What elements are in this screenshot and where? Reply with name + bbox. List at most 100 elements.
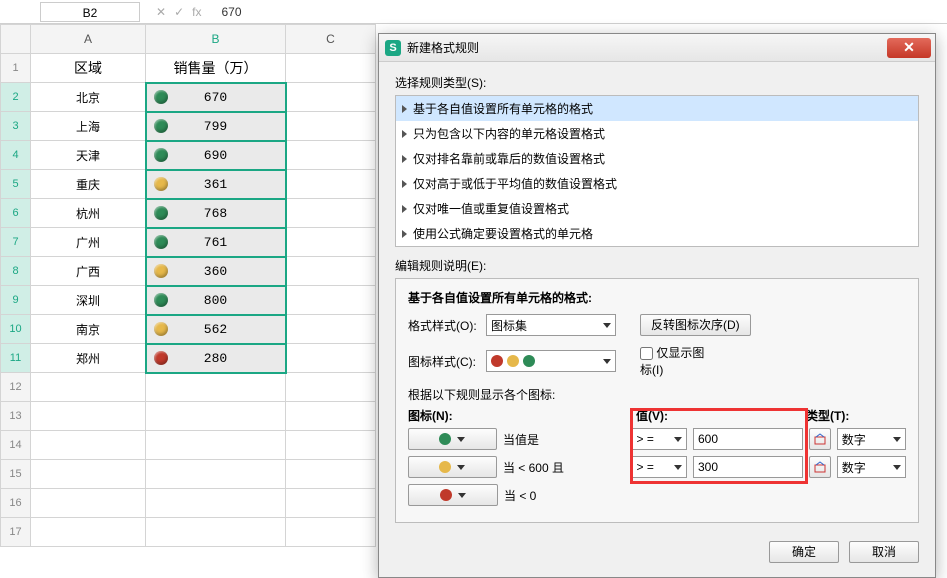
cancel-edit-icon: ✕ — [156, 5, 166, 19]
cell[interactable]: 重庆 — [31, 170, 146, 199]
cell[interactable]: 天津 — [31, 141, 146, 170]
cell[interactable] — [146, 460, 286, 489]
col-header-C[interactable]: C — [286, 25, 376, 54]
cell[interactable] — [286, 199, 376, 228]
icon-picker[interactable] — [408, 456, 497, 478]
cell[interactable] — [146, 489, 286, 518]
row-header[interactable]: 6 — [1, 199, 31, 228]
cell[interactable] — [286, 286, 376, 315]
cell[interactable] — [31, 460, 146, 489]
cell[interactable]: 800 — [146, 286, 286, 315]
cell[interactable] — [286, 228, 376, 257]
only-icon-checkbox[interactable]: 仅显示图标(I) — [640, 344, 712, 378]
cell[interactable] — [31, 402, 146, 431]
row-header[interactable]: 4 — [1, 141, 31, 170]
cell[interactable]: 361 — [146, 170, 286, 199]
cell[interactable]: 杭州 — [31, 199, 146, 228]
cell[interactable] — [31, 489, 146, 518]
cell[interactable]: 768 — [146, 199, 286, 228]
rule-type-item[interactable]: 基于各自值设置所有单元格的格式 — [396, 96, 918, 121]
cell[interactable]: 670 — [146, 83, 286, 112]
row-header[interactable]: 8 — [1, 257, 31, 286]
cell[interactable]: 区域 — [31, 54, 146, 83]
close-button[interactable]: ✕ — [887, 38, 931, 58]
cell[interactable] — [146, 402, 286, 431]
cell[interactable] — [286, 518, 376, 547]
ok-button[interactable]: 确定 — [769, 541, 839, 563]
row-header[interactable]: 7 — [1, 228, 31, 257]
cell[interactable] — [146, 431, 286, 460]
cell[interactable] — [286, 373, 376, 402]
select-all[interactable] — [1, 25, 31, 54]
cell[interactable]: 北京 — [31, 83, 146, 112]
rule-type-list[interactable]: 基于各自值设置所有单元格的格式只为包含以下内容的单元格设置格式仅对排名靠前或靠后… — [395, 95, 919, 247]
rule-type-item[interactable]: 使用公式确定要设置格式的单元格 — [396, 221, 918, 246]
row-header[interactable]: 11 — [1, 344, 31, 373]
row-header[interactable]: 17 — [1, 518, 31, 547]
row-header[interactable]: 16 — [1, 489, 31, 518]
type-select[interactable]: 数字 — [837, 428, 906, 450]
row-header[interactable]: 14 — [1, 431, 31, 460]
cell[interactable]: 280 — [146, 344, 286, 373]
row-header[interactable]: 2 — [1, 83, 31, 112]
row-header[interactable]: 10 — [1, 315, 31, 344]
cell[interactable] — [286, 489, 376, 518]
cell[interactable]: 深圳 — [31, 286, 146, 315]
row-header[interactable]: 1 — [1, 54, 31, 83]
cancel-button[interactable]: 取消 — [849, 541, 919, 563]
reverse-icon-order-button[interactable]: 反转图标次序(D) — [640, 314, 751, 336]
icon-picker[interactable] — [408, 428, 497, 450]
col-header-B[interactable]: B — [146, 25, 286, 54]
cell[interactable]: 销售量（万） — [146, 54, 286, 83]
cell[interactable]: 广西 — [31, 257, 146, 286]
cell[interactable] — [286, 54, 376, 83]
cell[interactable]: 690 — [146, 141, 286, 170]
range-picker-button[interactable] — [809, 428, 831, 450]
fx-icon[interactable]: fx — [192, 5, 201, 19]
row-header[interactable]: 15 — [1, 460, 31, 489]
row-header[interactable]: 13 — [1, 402, 31, 431]
format-style-select[interactable]: 图标集 — [486, 314, 616, 336]
cell[interactable] — [286, 141, 376, 170]
cell[interactable]: 南京 — [31, 315, 146, 344]
cell[interactable] — [286, 460, 376, 489]
rule-type-item[interactable]: 仅对高于或低于平均值的数值设置格式 — [396, 171, 918, 196]
cell[interactable] — [286, 257, 376, 286]
cell[interactable] — [286, 402, 376, 431]
type-select[interactable]: 数字 — [837, 456, 906, 478]
cell[interactable]: 广州 — [31, 228, 146, 257]
red-dot-icon — [440, 489, 452, 501]
rule-type-item[interactable]: 仅对排名靠前或靠后的数值设置格式 — [396, 146, 918, 171]
cell[interactable] — [31, 373, 146, 402]
cell[interactable]: 562 — [146, 315, 286, 344]
cell[interactable]: 761 — [146, 228, 286, 257]
row-header[interactable]: 9 — [1, 286, 31, 315]
caret-down-icon — [457, 465, 465, 470]
cell[interactable]: 799 — [146, 112, 286, 141]
cell[interactable]: 上海 — [31, 112, 146, 141]
icon-picker[interactable] — [408, 484, 498, 506]
rule-type-item[interactable]: 只为包含以下内容的单元格设置格式 — [396, 121, 918, 146]
name-box[interactable]: B2 — [40, 2, 140, 22]
col-header-A[interactable]: A — [31, 25, 146, 54]
row-header[interactable]: 3 — [1, 112, 31, 141]
cell[interactable] — [146, 518, 286, 547]
row-header[interactable]: 12 — [1, 373, 31, 402]
cell[interactable] — [286, 170, 376, 199]
cell[interactable]: 360 — [146, 257, 286, 286]
cell[interactable] — [146, 373, 286, 402]
cell[interactable] — [31, 431, 146, 460]
rule-type-item[interactable]: 仅对唯一值或重复值设置格式 — [396, 196, 918, 221]
cell[interactable] — [286, 315, 376, 344]
cell[interactable] — [286, 112, 376, 141]
cell[interactable] — [31, 518, 146, 547]
range-picker-button[interactable] — [809, 456, 831, 478]
cell[interactable] — [286, 344, 376, 373]
cell[interactable] — [286, 83, 376, 112]
cell[interactable] — [286, 431, 376, 460]
icon-style-select[interactable] — [486, 350, 616, 372]
row-header[interactable]: 5 — [1, 170, 31, 199]
green-dot-icon — [154, 119, 168, 133]
formula-value[interactable]: 670 — [211, 5, 241, 19]
cell[interactable]: 郑州 — [31, 344, 146, 373]
